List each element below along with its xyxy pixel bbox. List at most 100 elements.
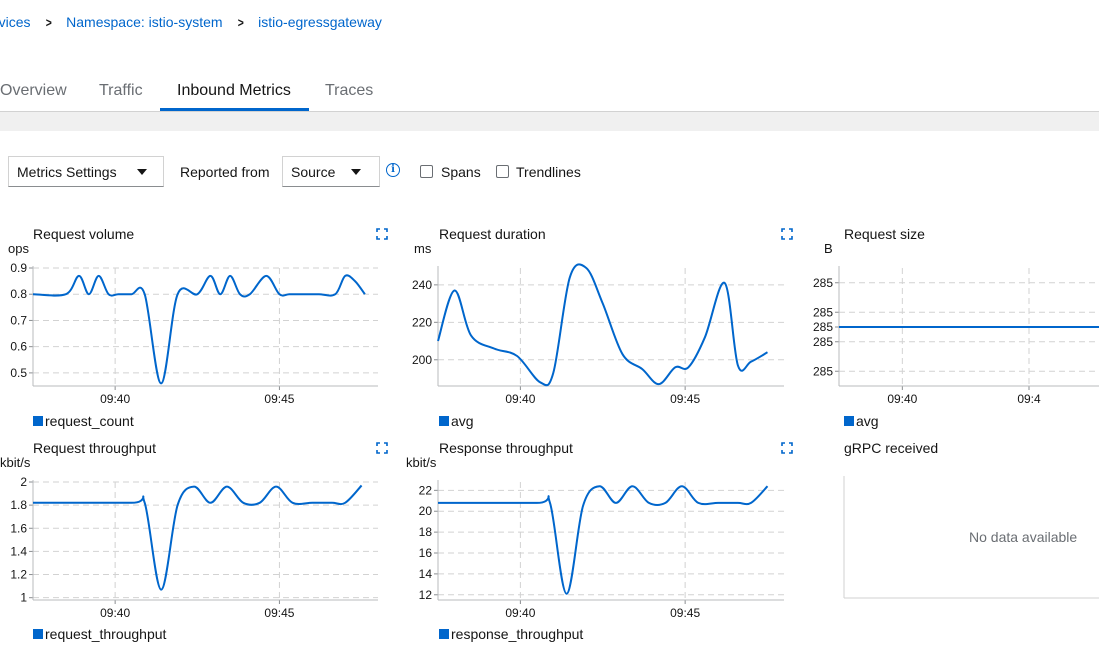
y-tick-label: 22: [419, 483, 433, 497]
spans-checkbox[interactable]: [420, 165, 433, 178]
legend-label: avg: [856, 413, 879, 429]
x-tick-label: 09:40: [505, 392, 535, 406]
metrics-settings-label: Metrics Settings: [17, 163, 117, 180]
y-tick-label: 1.2: [10, 568, 27, 582]
legend-label: request_count: [45, 413, 134, 429]
tab-overview[interactable]: Overview: [0, 82, 67, 110]
y-tick-label: 2: [20, 475, 27, 489]
request-volume-chart: 0.9 0.8 0.7 0.6 0.5 09:40 09:45: [10, 261, 378, 406]
expand-icon[interactable]: [781, 442, 793, 454]
y-tick-label: 0.6: [10, 340, 27, 354]
y-tick-label: 240: [412, 278, 432, 292]
request-throughput-chart: 2 1.8 1.6 1.4 1.2 1 09:40 09:45: [10, 475, 378, 620]
request-size-unit: B: [824, 241, 833, 256]
reported-from-value: Source: [291, 163, 336, 180]
y-tick-label: 20: [419, 504, 433, 518]
y-tick-label: 0.7: [10, 313, 27, 327]
trendlines-label: Trendlines: [516, 164, 581, 180]
series-line-request_count: [32, 274, 366, 385]
request-throughput-legend: request_throughput: [33, 626, 166, 642]
y-tick-label: 0.5: [10, 366, 27, 380]
spans-label: Spans: [441, 164, 481, 180]
request-size-chart: 28528528528528509:40 09:4: [813, 266, 1099, 406]
response-throughput-legend: response_throughput: [439, 626, 583, 642]
active-tab-indicator: [160, 108, 309, 111]
y-tick-label: 12: [419, 588, 433, 602]
y-tick-label: 285: [813, 335, 833, 349]
expand-icon[interactable]: [376, 442, 388, 454]
y-tick-label: 14: [419, 567, 433, 581]
response-throughput-chart: 22 20 18 16 14 12 09:40 09:45: [419, 480, 784, 620]
y-tick-label: 0.9: [10, 261, 27, 275]
legend-label: response_throughput: [451, 626, 584, 642]
tab-inbound-metrics[interactable]: Inbound Metrics: [177, 82, 291, 110]
x-tick-label: 09:40: [100, 392, 130, 406]
metrics-settings-dropdown[interactable]: Metrics Settings: [8, 156, 164, 187]
y-tick-label: 285: [813, 320, 833, 334]
request-duration-chart: 240 220 200 09:40 09:45: [412, 263, 784, 406]
legend-label: request_throughput: [45, 626, 167, 642]
reported-from-select[interactable]: Source: [282, 156, 380, 187]
request-volume-title: Request volume: [33, 226, 135, 242]
request-duration-legend: avg: [439, 413, 474, 429]
request-volume-unit: ops: [8, 241, 29, 256]
legend-swatch: [439, 416, 449, 426]
breadcrumb-separator-icon: >: [45, 14, 52, 30]
y-tick-label: 285: [813, 276, 833, 290]
request-size-title: Request size: [844, 226, 925, 242]
x-tick-label: 09:40: [505, 606, 535, 620]
x-tick-label: 09:45: [264, 606, 294, 620]
y-tick-label: 16: [419, 546, 433, 560]
y-tick-label: 285: [813, 364, 833, 378]
legend-label: avg: [451, 413, 474, 429]
y-tick-label: 1.6: [10, 521, 27, 535]
legend-swatch: [439, 629, 449, 639]
x-tick-label: 09:40: [887, 392, 917, 406]
reported-from-label: Reported from: [180, 164, 270, 180]
info-icon[interactable]: i: [386, 163, 400, 177]
caret-down-icon: [351, 168, 361, 175]
y-tick-label: 1.4: [10, 544, 27, 558]
breadcrumb-namespace-link[interactable]: Namespace: istio-system: [66, 14, 222, 30]
y-tick-label: 18: [419, 525, 433, 539]
request-throughput-title: Request throughput: [33, 440, 156, 456]
series-line-request_throughput: [32, 484, 363, 591]
content-header-band: [0, 112, 1099, 131]
breadcrumb: rvices > Namespace: istio-system > istio…: [0, 14, 382, 30]
series-line-response_throughput: [438, 485, 769, 595]
legend-swatch: [844, 416, 854, 426]
request-volume-legend: request_count: [33, 413, 134, 429]
metrics-toolbar: Metrics Settings Reported from Source i …: [0, 156, 1099, 189]
y-tick-label: 1: [20, 591, 27, 605]
x-tick-label: 09:45: [264, 392, 294, 406]
breadcrumb-separator-icon: >: [237, 14, 244, 30]
tab-bar: Overview Traffic Inbound Metrics Traces: [0, 76, 1099, 112]
tab-traffic[interactable]: Traffic: [99, 82, 143, 110]
trendlines-checkbox[interactable]: [496, 165, 509, 178]
series-line-avg: [437, 263, 768, 387]
legend-swatch: [33, 629, 43, 639]
x-tick-label: 09:40: [100, 606, 130, 620]
expand-icon[interactable]: [376, 228, 388, 240]
grpc-received-title: gRPC received: [844, 440, 939, 456]
request-duration-title: Request duration: [439, 226, 546, 242]
request-size-legend: avg: [844, 413, 879, 429]
no-data-message: No data available: [969, 529, 1078, 545]
response-throughput-unit: kbit/s: [406, 455, 437, 470]
y-tick-label: 0.8: [10, 287, 27, 301]
tab-traces[interactable]: Traces: [325, 82, 373, 110]
x-tick-label: 09:45: [670, 392, 700, 406]
expand-icon[interactable]: [781, 228, 793, 240]
request-duration-unit: ms: [414, 241, 432, 256]
y-tick-label: 220: [412, 315, 432, 329]
request-throughput-unit: kbit/s: [0, 455, 31, 470]
x-tick-label: 09:45: [670, 606, 700, 620]
x-tick-label: 09:4: [1017, 392, 1041, 406]
breadcrumb-services-link[interactable]: rvices: [0, 14, 31, 30]
breadcrumb-service-link[interactable]: istio-egressgateway: [258, 14, 382, 30]
response-throughput-title: Response throughput: [439, 440, 573, 456]
y-tick-label: 1.8: [10, 498, 27, 512]
y-tick-label: 285: [813, 305, 833, 319]
caret-down-icon: [137, 168, 147, 175]
y-tick-label: 200: [412, 353, 432, 367]
